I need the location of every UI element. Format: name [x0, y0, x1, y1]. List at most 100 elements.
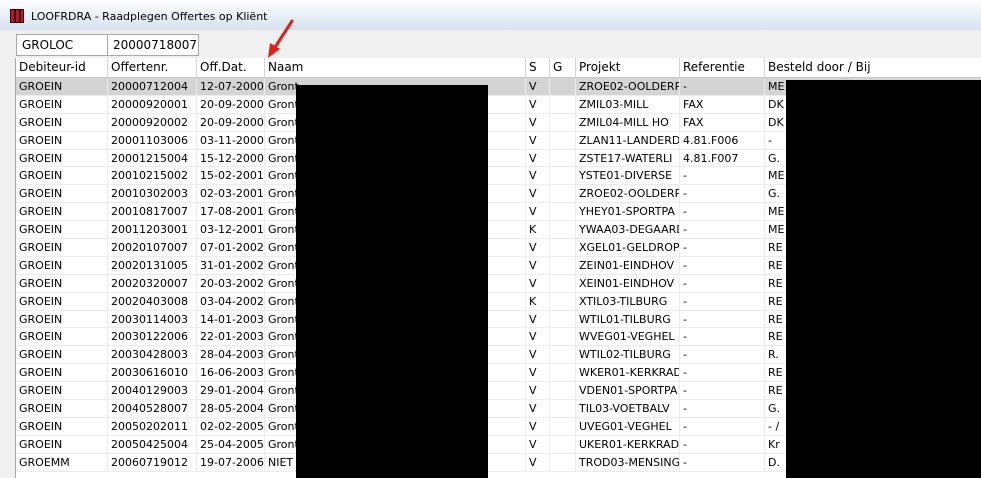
cell-offertenr: 20000712004: [108, 78, 197, 95]
cell-off-dat: 07-01-2002: [197, 239, 265, 257]
cell-projekt: WTIL02-TILBURG: [576, 346, 680, 364]
col-header-debiteur-id[interactable]: Debiteur-id: [16, 58, 108, 77]
cell-debiteur-id: GROEMM: [16, 453, 108, 471]
cell-projekt: TIL03-VOETBALV: [576, 400, 680, 418]
cell-s: V: [526, 364, 550, 382]
cell-g: [550, 274, 576, 292]
cell-s: V: [526, 328, 550, 346]
cell-g: [550, 292, 576, 310]
cell-s: V: [526, 274, 550, 292]
cell-referentie: -: [680, 346, 765, 364]
cell-projekt: ZEIN01-EINDHOV: [576, 256, 680, 274]
cell-s: V: [526, 310, 550, 328]
cell-debiteur-id: GROEIN: [16, 131, 108, 149]
cell-referentie: -: [680, 221, 765, 239]
cell-projekt: XEIN01-EINDHOV: [576, 274, 680, 292]
cell-off-dat: 12-07-2000: [197, 78, 265, 95]
cell-referentie: -: [680, 382, 765, 400]
cell-projekt: ZROE02-OOLDERP: [576, 78, 680, 95]
cell-referentie: -: [680, 167, 765, 185]
cell-projekt: ZMIL04-MILL HO: [576, 113, 680, 131]
cell-referentie: -: [680, 78, 765, 95]
cell-offertenr: 20030114003: [108, 310, 197, 328]
cell-g: [550, 113, 576, 131]
cell-s: V: [526, 203, 550, 221]
cell-projekt: WKER01-KERKRAD: [576, 364, 680, 382]
cell-g: [550, 382, 576, 400]
cell-debiteur-id: GROEIN: [16, 256, 108, 274]
col-header-naam[interactable]: Naam: [265, 58, 526, 77]
cell-projekt: ZLAN11-LANDERD: [576, 131, 680, 149]
cell-offertenr: 20020131005: [108, 256, 197, 274]
client-code-field[interactable]: GROLOC: [16, 34, 108, 56]
client-id-field[interactable]: 20000718007: [107, 34, 199, 56]
cell-g: [550, 453, 576, 471]
cell-debiteur-id: GROEIN: [16, 239, 108, 257]
cell-g: [550, 167, 576, 185]
cell-debiteur-id: GROEIN: [16, 167, 108, 185]
col-header-besteld-door[interactable]: Besteld door / Bij: [765, 58, 981, 77]
cell-referentie: -: [680, 292, 765, 310]
cell-projekt: WVEG01-VEGHEL: [576, 328, 680, 346]
cell-off-dat: 22-01-2003: [197, 328, 265, 346]
col-header-g[interactable]: G: [550, 58, 576, 77]
cell-g: [550, 203, 576, 221]
cell-offertenr: 20001103006: [108, 131, 197, 149]
cell-g: [550, 346, 576, 364]
cell-offertenr: 20040129003: [108, 382, 197, 400]
cell-projekt: ZSTE17-WATERLI: [576, 149, 680, 167]
cell-projekt: VDEN01-SPORTPA: [576, 382, 680, 400]
cell-off-dat: 20-09-2000: [197, 113, 265, 131]
col-header-s[interactable]: S: [526, 58, 550, 77]
cell-offertenr: 20030616010: [108, 364, 197, 382]
cell-off-dat: 31-01-2002: [197, 256, 265, 274]
cell-s: V: [526, 131, 550, 149]
title-bar: LOOFRDRA - Raadplegen Offertes op Kliënt: [0, 0, 981, 30]
col-header-offertenr[interactable]: Offertenr.: [108, 58, 197, 77]
annotation-arrow-icon: [268, 19, 294, 58]
cell-referentie: -: [680, 400, 765, 418]
cell-referentie: -: [680, 310, 765, 328]
cell-referentie: -: [680, 185, 765, 203]
cell-off-dat: 20-03-2002: [197, 274, 265, 292]
window-title: LOOFRDRA - Raadplegen Offertes op Kliënt: [31, 10, 268, 23]
cell-referentie: -: [680, 417, 765, 435]
col-header-projekt[interactable]: Projekt: [576, 58, 680, 77]
cell-offertenr: 20020403008: [108, 292, 197, 310]
cell-g: [550, 239, 576, 257]
col-header-referentie[interactable]: Referentie: [680, 58, 765, 77]
cell-off-dat: 03-04-2002: [197, 292, 265, 310]
cell-s: V: [526, 78, 550, 95]
cell-off-dat: 02-03-2001: [197, 185, 265, 203]
cell-debiteur-id: GROEIN: [16, 382, 108, 400]
col-header-off-dat[interactable]: Off.Dat.: [197, 58, 265, 77]
cell-s: V: [526, 435, 550, 453]
cell-s: V: [526, 417, 550, 435]
cell-off-dat: 28-04-2003: [197, 346, 265, 364]
cell-off-dat: 29-01-2004: [197, 382, 265, 400]
cell-g: [550, 95, 576, 113]
cell-referentie: -: [680, 364, 765, 382]
cell-offertenr: 20050202011: [108, 417, 197, 435]
cell-s: V: [526, 167, 550, 185]
cell-projekt: XGEL01-GELDROP: [576, 239, 680, 257]
cell-off-dat: 17-08-2001: [197, 203, 265, 221]
cell-off-dat: 03-11-2000: [197, 131, 265, 149]
cell-s: V: [526, 382, 550, 400]
cell-debiteur-id: GROEIN: [16, 400, 108, 418]
cell-debiteur-id: GROEIN: [16, 364, 108, 382]
cell-offertenr: 20000920001: [108, 95, 197, 113]
cell-off-dat: 03-12-2001: [197, 221, 265, 239]
cell-debiteur-id: GROEIN: [16, 274, 108, 292]
cell-s: K: [526, 221, 550, 239]
cell-offertenr: 20010817007: [108, 203, 197, 221]
cell-offertenr: 20050425004: [108, 435, 197, 453]
cell-debiteur-id: GROEIN: [16, 113, 108, 131]
cell-referentie: FAX: [680, 95, 765, 113]
cell-g: [550, 149, 576, 167]
cell-offertenr: 20020320007: [108, 274, 197, 292]
cell-g: [550, 221, 576, 239]
cell-debiteur-id: GROEIN: [16, 149, 108, 167]
cell-g: [550, 417, 576, 435]
cell-g: [550, 131, 576, 149]
